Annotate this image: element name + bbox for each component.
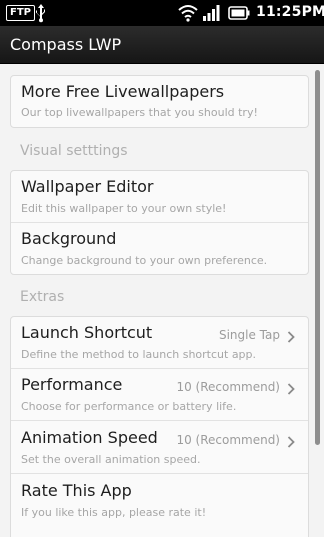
chevron-right-icon	[287, 436, 295, 448]
list-item-subtitle: Change background to your own preference…	[21, 254, 268, 267]
list-item-subtitle: Choose for performance or battery life.	[21, 400, 237, 413]
scrollbar[interactable]	[315, 70, 320, 445]
background-item[interactable]: Background Change background to your own…	[11, 223, 308, 275]
list-item-title: Rate This App	[21, 481, 132, 500]
list-item-title: More Free Livewallpapers	[21, 82, 225, 101]
list-item-value: 10 (Recommend)	[176, 380, 280, 394]
wifi-icon	[178, 5, 198, 22]
list-item-title: Launch Shortcut	[21, 323, 153, 342]
extras-card: Launch Shortcut Single Tap Define the me…	[10, 316, 309, 537]
wallpaper-editor-item[interactable]: Wallpaper Editor Edit this wallpaper to …	[11, 171, 308, 223]
list-item-title: Background	[21, 229, 117, 248]
list-item-subtitle: If you like this app, please rate it!	[21, 506, 207, 519]
section-header-visual: Visual setttings	[20, 143, 128, 159]
promo-card: More Free Livewallpapers Our top livewal…	[10, 75, 309, 128]
settings-list[interactable]: More Free Livewallpapers Our top livewal…	[0, 64, 324, 537]
visual-settings-card: Wallpaper Editor Edit this wallpaper to …	[10, 170, 309, 275]
list-item-subtitle: Edit this wallpaper to your own style!	[21, 202, 227, 215]
status-clock: 11:25PM	[256, 4, 324, 20]
list-item-title: Animation Speed	[21, 428, 158, 447]
list-item-subtitle: Set the overall animation speed.	[21, 453, 201, 466]
chevron-right-icon	[287, 331, 295, 343]
list-item-value: 10 (Recommend)	[176, 433, 280, 447]
list-item-value: Single Tap	[218, 328, 280, 342]
battery-icon	[228, 6, 250, 20]
list-item-subtitle: Define the method to launch shortcut app…	[21, 348, 257, 361]
status-bar: FTP 11:25PM	[0, 0, 324, 26]
chevron-right-icon	[287, 383, 295, 395]
page-title: Compass LWP	[10, 35, 122, 54]
list-item-subtitle: Our top livewallpapers that you should t…	[21, 106, 258, 119]
list-item-title: Performance	[21, 375, 123, 394]
usb-icon	[36, 4, 45, 23]
rate-app-item[interactable]: Rate This App If you like this app, plea…	[11, 475, 308, 527]
ftp-icon: FTP	[6, 5, 35, 21]
performance-item[interactable]: Performance 10 (Recommend) Choose for pe…	[11, 369, 308, 421]
animation-speed-item[interactable]: Animation Speed 10 (Recommend) Set the o…	[11, 422, 308, 474]
more-wallpapers-item[interactable]: More Free Livewallpapers Our top livewal…	[11, 76, 308, 128]
signal-icon	[203, 5, 220, 21]
title-bar: Compass LWP	[0, 26, 324, 64]
list-item-title: Wallpaper Editor	[21, 177, 154, 196]
launch-shortcut-item[interactable]: Launch Shortcut Single Tap Define the me…	[11, 317, 308, 369]
section-header-extras: Extras	[20, 289, 65, 305]
